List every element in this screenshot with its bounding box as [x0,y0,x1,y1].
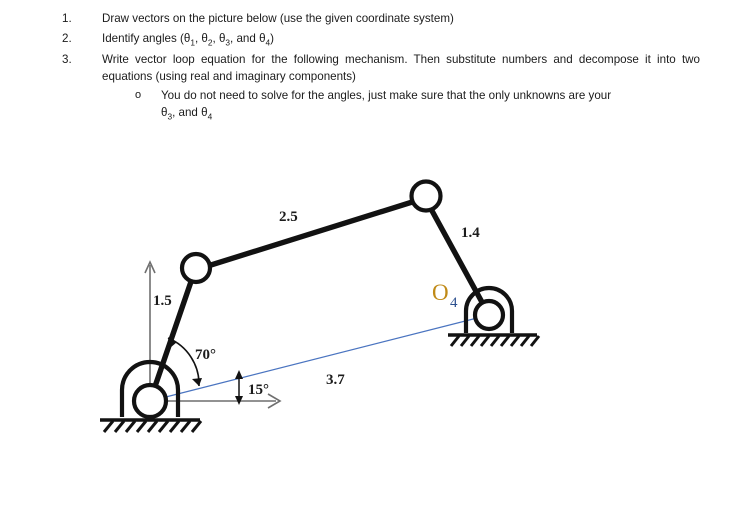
label-pivot-O4-subscript: 4 [450,295,458,311]
angle-paren-close: ) [270,31,275,45]
link3-coupler [192,195,428,273]
sub-list-item-text: You do not need to solve for the angles,… [161,88,612,102]
pivot-O4-circle [472,298,506,332]
angle-separator-3: , and [230,31,260,45]
angle-15-arrowhead-top-icon [235,370,243,379]
angle-15-annotation [235,370,243,405]
list-marker-1: 1. [62,12,72,25]
theta-4-subscript-tail: 4 [207,111,213,122]
list-item-3: 3. Write vector loop equation for the fo… [62,51,700,124]
joint-B [409,179,443,213]
mechanism-figure: 1.5 2.5 1.4 3.7 70° 15° O 4 [0,158,756,458]
sub-list-item: o You do not need to solve for the angle… [135,87,700,124]
sub-list-item-tail: θ3, and θ4 [161,106,213,122]
ground-pivot-O4 [448,285,541,347]
joint-A [179,251,213,285]
list-item-3-text: Write vector loop equation for the follo… [102,52,700,84]
list-marker-2: 2. [62,31,72,45]
sub-bullet-list: o You do not need to solve for the angle… [102,87,700,124]
link2-crank [147,267,198,404]
label-link2-length: 1.5 [153,293,172,309]
label-ground-length: 3.7 [326,372,345,388]
list-item-2-text: Identify angles (θ1, θ2, θ3, and θ4) [102,31,275,47]
mechanism-svg: 1.5 2.5 1.4 3.7 70° 15° O 4 [100,179,541,433]
label-link3-length: 2.5 [279,209,298,225]
label-ground-angle: 15° [248,382,269,398]
list-item-1: 1. Draw vectors on the picture below (us… [62,10,700,28]
angle-70-arrowhead-end-icon [192,378,202,386]
instruction-list: 1. Draw vectors on the picture below (us… [0,0,756,125]
numbered-list: 1. Draw vectors on the picture below (us… [0,10,756,123]
pivot-O2-hatching [102,420,203,433]
list-item-1-text: Draw vectors on the picture below (use t… [102,12,454,25]
label-crank-angle: 70° [195,347,216,363]
bullet-circle-icon: o [135,88,142,101]
label-link4-length: 1.4 [461,225,480,241]
identify-angles-prefix: Identify angles ( [102,31,184,45]
pivot-O4-hatching [449,335,541,347]
list-marker-3: 3. [62,52,72,66]
tail-separator: , and [172,106,202,120]
label-pivot-O4: O [432,280,449,305]
list-item-2: 2. Identify angles (θ1, θ2, θ3, and θ4) [62,30,700,49]
pivot-O2-circle [131,382,169,420]
